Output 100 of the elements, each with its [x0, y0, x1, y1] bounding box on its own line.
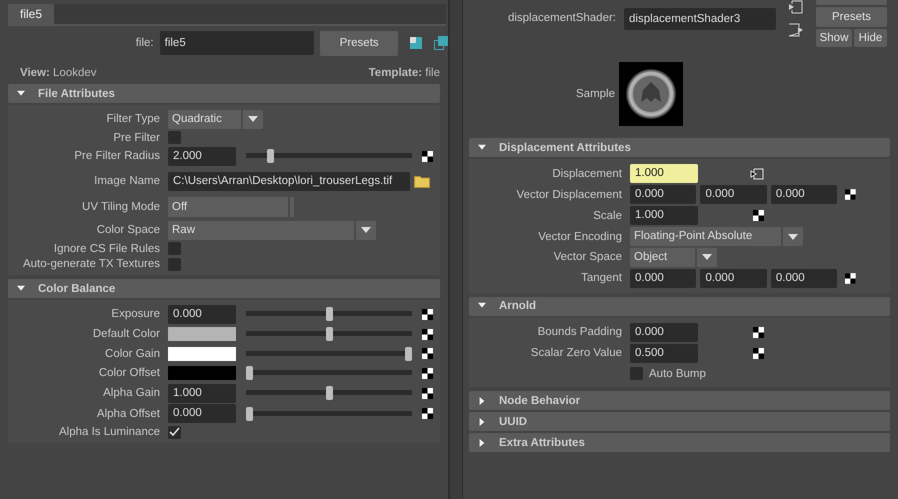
- attribute-label: Vector Encoding: [537, 230, 622, 242]
- checkbox[interactable]: [630, 367, 643, 380]
- checker-map-icon[interactable]: [422, 348, 433, 359]
- number-field[interactable]: 2.000: [168, 146, 236, 166]
- node-tab[interactable]: file5: [8, 4, 54, 24]
- slider-thumb[interactable]: [326, 386, 332, 400]
- section-header[interactable]: UUID: [469, 412, 890, 431]
- checkbox[interactable]: [168, 131, 181, 144]
- attribute-label: Ignore CS File Rules: [52, 242, 160, 254]
- output-connection-icon[interactable]: [788, 23, 804, 37]
- checkbox-label: Auto Bump: [649, 368, 706, 380]
- checker-map-icon[interactable]: [422, 308, 433, 320]
- number-field[interactable]: 0.500: [630, 344, 698, 362]
- attribute-label: Exposure: [110, 308, 160, 320]
- slider-thumb[interactable]: [246, 366, 253, 380]
- attribute-label: Color Gain: [104, 348, 160, 360]
- window-icon[interactable]: [434, 36, 448, 50]
- number-field[interactable]: 0.000: [168, 304, 236, 324]
- attribute-label: Color Offset: [98, 367, 160, 379]
- expand-triangle-icon: [477, 418, 487, 426]
- checker-map-icon[interactable]: [422, 388, 433, 398]
- checker-map-icon[interactable]: [422, 328, 433, 340]
- slider-thumb[interactable]: [326, 327, 332, 341]
- dropdown-arrow-icon: [788, 234, 798, 240]
- dropdown-arrow-icon: [361, 227, 371, 233]
- show-button[interactable]: Show: [816, 29, 852, 47]
- presets-button[interactable]: Presets: [320, 30, 398, 56]
- attribute-label: Scalar Zero Value: [530, 347, 622, 359]
- checkbox[interactable]: [168, 258, 181, 270]
- checkbox[interactable]: [168, 242, 181, 255]
- node-name-label: file:: [134, 37, 154, 49]
- color-swatch[interactable]: [168, 346, 236, 360]
- checker-map-icon[interactable]: [422, 150, 433, 162]
- number-field[interactable]: 0.000: [700, 185, 767, 204]
- dropdown-arrow-icon: [248, 116, 258, 122]
- color-swatch[interactable]: [168, 327, 236, 341]
- node-name-field[interactable]: displacementShader3: [624, 8, 776, 30]
- expand-triangle-icon: [477, 396, 487, 404]
- dropdown-arrow-icon: [702, 254, 712, 260]
- slider-thumb[interactable]: [405, 346, 412, 360]
- checker-map-icon[interactable]: [753, 326, 764, 338]
- node-name-label: displacementShader:: [506, 12, 616, 24]
- expand-triangle-icon: [477, 438, 487, 446]
- attribute-label: Default Color: [92, 328, 160, 340]
- section-header[interactable]: File Attributes: [8, 84, 440, 103]
- collapse-triangle-icon: [477, 144, 487, 152]
- attribute-label: Pre Filter Radius: [73, 150, 160, 162]
- input-connection-icon[interactable]: [750, 168, 764, 180]
- number-field[interactable]: 1.000: [630, 164, 698, 183]
- node-name-field[interactable]: file5: [160, 31, 314, 55]
- attribute-label: Image Name: [93, 175, 160, 187]
- checker-map-icon[interactable]: [753, 348, 764, 358]
- collapse-triangle-icon: [16, 90, 26, 98]
- attribute-label: Color Space: [96, 224, 160, 236]
- checker-map-icon[interactable]: [845, 272, 856, 284]
- input-connection-icon[interactable]: [788, 0, 804, 14]
- number-field[interactable]: 1.000: [168, 384, 236, 402]
- attribute-label: Alpha Gain: [102, 387, 160, 399]
- color-swatch[interactable]: [168, 366, 236, 380]
- presets-button[interactable]: Presets: [816, 7, 887, 27]
- view-label: View: Lookdev: [20, 67, 97, 79]
- checkbox[interactable]: [168, 426, 181, 438]
- attribute-label: Vector Space: [552, 251, 622, 263]
- attribute-label: Alpha Offset: [96, 408, 160, 420]
- checker-map-icon[interactable]: [422, 408, 433, 419]
- attribute-label: Auto-generate TX Textures: [22, 258, 160, 270]
- section-header[interactable]: Color Balance: [8, 279, 440, 298]
- number-field[interactable]: 0.000: [630, 268, 696, 288]
- section-header[interactable]: Arnold: [469, 296, 890, 316]
- attribute-label: Displacement: [551, 168, 622, 180]
- number-field[interactable]: 1.000: [630, 206, 698, 225]
- checker-map-icon[interactable]: [422, 368, 433, 378]
- number-field[interactable]: 0.000: [700, 268, 767, 288]
- checker-map-icon[interactable]: [753, 210, 764, 221]
- collapse-triangle-icon: [16, 284, 26, 292]
- slider-thumb[interactable]: [246, 406, 253, 420]
- attribute-label: Vector Displacement: [516, 188, 622, 200]
- section-header[interactable]: Displacement Attributes: [469, 138, 890, 157]
- hide-button[interactable]: Hide: [854, 29, 887, 47]
- number-field[interactable]: 0.000: [630, 322, 698, 342]
- number-field[interactable]: 0.000: [168, 404, 236, 423]
- section-header[interactable]: Extra Attributes: [469, 433, 890, 452]
- attribute-label: Pre Filter: [112, 132, 160, 144]
- number-field[interactable]: 0.000: [770, 185, 838, 204]
- attribute-label: Scale: [592, 210, 622, 222]
- checker-map-icon[interactable]: [845, 189, 856, 200]
- attribute-label: UV Tiling Mode: [81, 200, 160, 212]
- file-path-field[interactable]: C:\Users\Arran\Desktop\lori_trouserLegs.tif: [168, 172, 410, 190]
- attribute-label: Tangent: [580, 272, 622, 284]
- number-field[interactable]: 0.000: [770, 268, 838, 288]
- template-label: Template: file: [368, 67, 440, 79]
- number-field[interactable]: 0.000: [630, 185, 696, 204]
- slider-thumb[interactable]: [326, 307, 332, 321]
- sample-label: Sample: [575, 88, 615, 100]
- attribute-label: Alpha Is Luminance: [58, 426, 160, 438]
- folder-icon[interactable]: [414, 174, 430, 188]
- slider-thumb[interactable]: [266, 149, 274, 163]
- section-header[interactable]: Node Behavior: [469, 391, 890, 410]
- attribute-label: Filter Type: [106, 113, 160, 125]
- copy-tab-icon[interactable]: [410, 37, 422, 49]
